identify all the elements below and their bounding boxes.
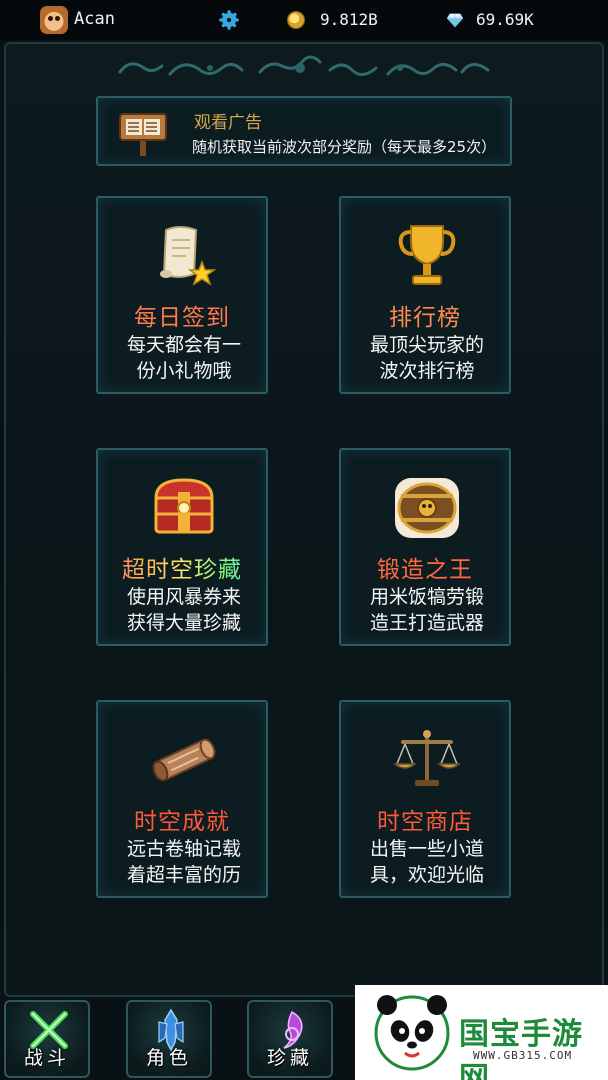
desc-line: 着超丰富的历: [126, 864, 241, 886]
panda-logo-icon: [374, 995, 450, 1071]
nav-label: 珍藏: [266, 1047, 313, 1069]
card-description: 最顶尖玩家的 波次排行榜: [349, 332, 505, 384]
main-panel: [4, 42, 604, 997]
desc-line: 最顶尖玩家的: [369, 334, 484, 356]
desc-line: 造王打造武器: [369, 612, 484, 634]
gem-balance: 69.69K: [476, 10, 534, 29]
nav-label: 角色: [145, 1047, 192, 1069]
card-title: 每日签到: [134, 305, 230, 331]
diamond-icon: [446, 13, 464, 28]
card-description: 每天都会有一 份小礼物哦: [106, 332, 262, 384]
cloud-ornament: [118, 55, 490, 76]
coin-balance: 9.812B: [320, 10, 378, 29]
card-description: 出售一些小道 具，欢迎光临: [349, 836, 505, 888]
trophy-icon: [398, 225, 456, 285]
card-title: 时空商店: [377, 809, 473, 835]
leaderboard-card[interactable]: 排行榜 最顶尖玩家的 波次排行榜: [339, 196, 511, 394]
gear-icon[interactable]: [216, 7, 242, 33]
nav-role-button[interactable]: 角色: [126, 1000, 212, 1078]
avatar[interactable]: [40, 6, 68, 34]
achievements-card[interactable]: 时空成就 远古卷轴记载 着超丰富的历: [96, 700, 268, 898]
card-title: 时空成就: [134, 809, 230, 835]
card-description: 远古卷轴记载 着超丰富的历: [106, 836, 262, 888]
ancient-scroll-icon: [152, 738, 216, 782]
desc-line: 波次排行榜: [379, 360, 475, 382]
signboard-icon: [119, 113, 167, 156]
username: Acan: [74, 9, 115, 29]
coin-icon: [287, 11, 305, 29]
desc-line: 份小礼物哦: [136, 360, 232, 382]
desc-line: 具，欢迎光临: [369, 864, 484, 886]
desc-line: 获得大量珍藏: [126, 612, 241, 634]
card-title: 超时空珍藏: [98, 550, 266, 584]
desc-line: 远古卷轴记载: [126, 838, 241, 860]
scroll-star-icon: [160, 226, 217, 286]
nav-treasure-button[interactable]: 珍藏: [247, 1000, 333, 1078]
top-bar: Acan 9.812B 69.69K: [0, 0, 608, 40]
nav-label: 战斗: [23, 1047, 70, 1069]
ad-title: 观看广告: [194, 113, 262, 133]
nav-battle-button[interactable]: 战斗: [4, 1000, 90, 1078]
desc-line: 出售一些小道: [369, 838, 484, 860]
treasure-collection-card[interactable]: 超时空珍藏 使用风暴券来 获得大量珍藏: [96, 448, 268, 646]
watch-ad-banner[interactable]: 观看广告 随机获取当前波次部分奖励（每天最多25次）: [96, 96, 512, 166]
ad-description: 随机获取当前波次部分奖励（每天最多25次）: [192, 138, 497, 156]
card-title: 锻造之王: [377, 557, 473, 583]
scales-icon: [392, 730, 462, 786]
watermark-url: WWW.GB315.COM: [473, 1049, 573, 1062]
desc-line: 每天都会有一: [126, 334, 241, 356]
desc-line: 用米饭犒劳锻: [369, 586, 484, 608]
watermark-name: 国宝手游网: [459, 1017, 583, 1080]
card-description: 用米饭犒劳锻 造王打造武器: [349, 584, 505, 636]
card-description: 使用风暴券来 获得大量珍藏: [106, 584, 262, 636]
barrel-icon: [395, 478, 459, 538]
site-watermark: 国宝手游网 WWW.GB315.COM: [355, 985, 608, 1080]
card-title: 排行榜: [389, 305, 461, 331]
daily-checkin-card[interactable]: 每日签到 每天都会有一 份小礼物哦: [96, 196, 268, 394]
desc-line: 使用风暴券来: [126, 586, 241, 608]
forge-king-card[interactable]: 锻造之王 用米饭犒劳锻 造王打造武器: [339, 448, 511, 646]
treasure-chest-icon: [154, 478, 214, 534]
shop-card[interactable]: 时空商店 出售一些小道 具，欢迎光临: [339, 700, 511, 898]
